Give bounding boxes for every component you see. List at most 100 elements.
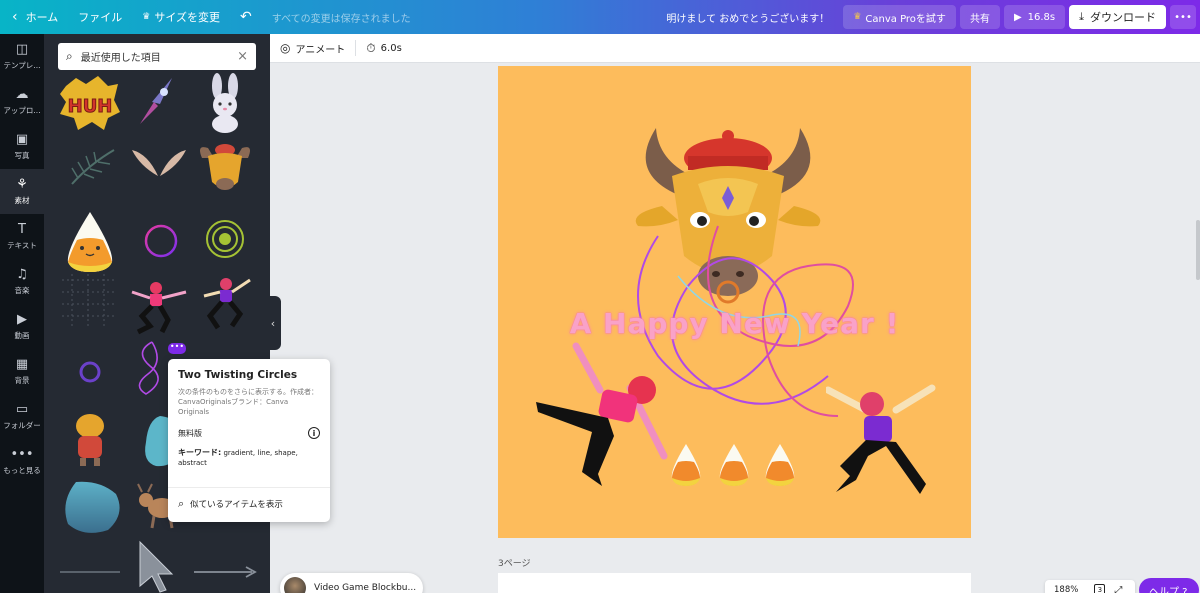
search-icon: ⌕ [66,49,73,63]
download-label: ダウンロード [1090,11,1156,24]
dancer-thumbnail[interactable] [128,278,190,336]
clear-search-icon[interactable]: × [237,49,248,64]
nav-more[interactable]: ••• もっと見る [0,439,44,484]
editor-toolbar: ◎ アニメート ⏱ 6.0s [270,34,1200,63]
dancer-left-illustration[interactable] [528,342,668,492]
nav-label: 背景 [14,375,30,385]
collapse-panel-button[interactable]: ‹ [265,296,281,350]
nav-templates[interactable]: ◫ テンプレ... [0,34,44,79]
search-input[interactable]: 最近使用した項目 [81,49,161,64]
element-description[interactable]: 次の条件のものをさらに表示する。作成者：CanvaOriginalsブランド：C… [178,387,320,417]
nav-folders[interactable]: ▭ フォルダー [0,394,44,439]
dotted-grid-thumbnail[interactable] [58,270,120,332]
scrollbar[interactable] [1196,220,1200,280]
wings-thumbnail[interactable] [130,146,188,186]
next-page[interactable] [498,573,971,593]
nav-label: 写真 [14,150,30,160]
share-button[interactable]: 共有 [959,5,1000,29]
side-nav: ◫ テンプレ... ☁ アップロ... ▣ 写真 ⚘ 素材 T テキスト ♫ 音… [0,34,44,593]
nav-label: フォルダー [3,420,41,430]
comic-burst-thumbnail[interactable]: HUH [58,72,122,134]
nav-label: もっと見る [3,465,41,475]
nav-music[interactable]: ♫ 音楽 [0,259,44,304]
play-icon: ▶ [1013,11,1022,23]
upload-icon: ☁ [15,86,29,102]
nav-photos[interactable]: ▣ 写真 [0,124,44,169]
video-chip-label: Video Game Blockbu... [314,583,417,593]
candy-corn-thumbnail[interactable] [62,210,118,274]
timer-icon: ⏱ [366,40,376,55]
nav-backgrounds[interactable]: ▦ 背景 [0,349,44,394]
folder-icon: ▭ [15,401,29,417]
gradient-circle-thumbnail[interactable] [138,218,184,264]
search-icon: ⌕ [178,497,185,510]
info-icon[interactable]: i [308,427,320,439]
animate-label: アニメート [295,44,346,56]
home-button[interactable]: ‹ ホーム [0,0,68,34]
nav-label: 素材 [14,195,30,205]
resize-label: サイズを変更 [154,11,221,24]
undo-button[interactable]: ↶ [230,0,262,34]
top-bar: ‹ ホーム ファイル ♛ サイズを変更 ↶ すべての変更は保存されました 明けま… [0,0,1200,34]
photo-icon: ▣ [15,131,29,147]
gradient-blob-thumbnail[interactable] [60,478,124,536]
canva-pro-button[interactable]: ♛ Canva Proを試す [843,5,956,29]
item-more-button[interactable]: ••• [168,343,186,354]
nav-text[interactable]: T テキスト [0,214,44,259]
page-label: 3ページ [498,559,531,569]
resize-button[interactable]: ♛ サイズを変更 [132,0,230,34]
nav-elements[interactable]: ⚘ 素材 [0,169,44,214]
help-button[interactable]: ヘルプ ? [1139,578,1199,593]
divider [168,487,330,488]
cursor-thumbnail[interactable] [136,538,178,593]
headline-text[interactable]: A Happy New Year ! [498,307,971,340]
keywords: キーワード: gradient, line, shape, abstract [178,448,320,468]
nav-label: 動画 [14,330,30,340]
zoom-level[interactable]: 188% [1054,585,1078,593]
play-button[interactable]: ▶ 16.8s [1003,5,1066,29]
more-icon: ••• [10,446,34,462]
more-dots-icon: ••• [1174,11,1192,23]
video-avatar [284,577,306,593]
keywords-label: キーワード: [178,448,222,457]
fullscreen-icon[interactable]: ⤢ [1114,585,1122,593]
elements-search[interactable]: ⌕ 最近使用した項目 × [58,43,256,70]
nav-label: テキスト [7,240,37,250]
rocket-thumbnail[interactable] [132,74,182,129]
design-title[interactable]: 明けまして おめでとうございます！ [656,0,839,34]
ring-thumbnail[interactable] [74,356,106,388]
page-count-icon[interactable]: 3 [1094,584,1106,593]
download-icon: ⤓ [1079,10,1084,23]
two-twisting-circles-thumbnail[interactable] [128,338,172,398]
video-icon: ▶ [17,311,27,327]
zoom-controls: 188% 3 ⤢ [1045,580,1135,593]
candy-corn-illustration[interactable] [670,442,800,488]
nav-videos[interactable]: ▶ 動画 [0,304,44,349]
concentric-circles-thumbnail[interactable] [200,214,250,264]
music-icon: ♫ [16,266,28,282]
show-similar-button[interactable]: ⌕ 似ているアイテムを表示 [178,497,283,511]
file-menu[interactable]: ファイル [68,0,132,34]
ox-character-thumbnail[interactable] [66,406,114,468]
arrow-thumbnail[interactable] [192,566,258,578]
more-options-button[interactable]: ••• [1170,5,1196,29]
duration-button[interactable]: ⏱ 6.0s [356,41,412,56]
dancer-purple-thumbnail[interactable] [200,274,256,334]
line-thumbnail[interactable] [58,568,122,576]
animate-button[interactable]: ◎ アニメート [270,41,355,56]
play-duration: 16.8s [1027,11,1056,23]
chevron-left-icon: ‹ [270,316,276,330]
palm-leaf-thumbnail[interactable] [68,144,118,189]
animate-icon: ◎ [280,41,291,55]
nav-uploads[interactable]: ☁ アップロ... [0,79,44,124]
dancer-right-illustration[interactable] [826,380,946,500]
show-similar-label: 似ているアイテムを表示 [190,500,283,510]
license-label: 無料版 [178,428,202,438]
bunny-thumbnail[interactable] [200,72,250,134]
ox-head-thumbnail[interactable] [194,138,256,196]
video-chip[interactable]: Video Game Blockbu... [280,573,423,593]
nav-label: アップロ... [3,105,41,115]
chevron-left-icon: ‹ [12,9,18,25]
design-page[interactable]: A Happy New Year ! [498,66,971,538]
download-button[interactable]: ⤓ ダウンロード [1069,5,1166,29]
